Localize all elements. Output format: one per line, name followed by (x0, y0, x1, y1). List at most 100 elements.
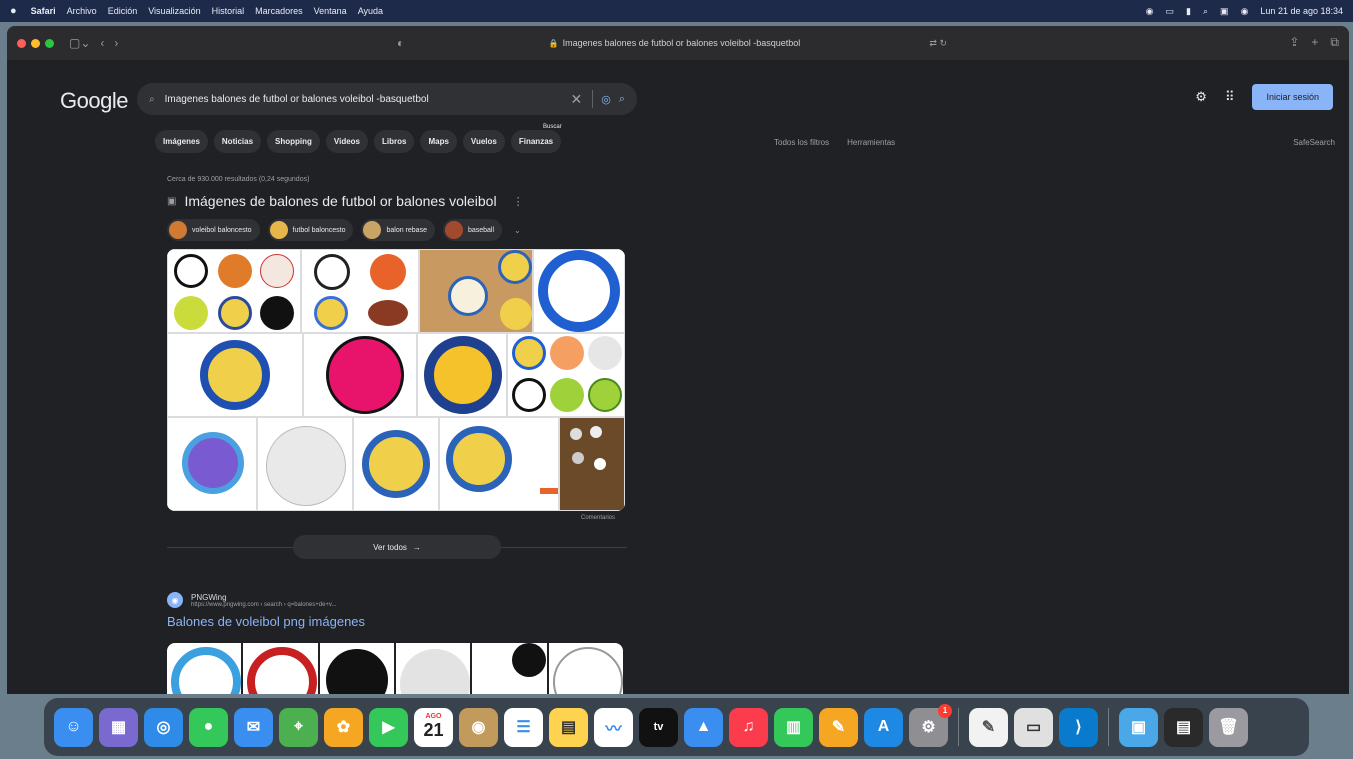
image-result[interactable] (417, 333, 507, 417)
preview-icon[interactable]: ▭ (1014, 707, 1053, 747)
thumbnail[interactable] (395, 643, 471, 694)
image-result[interactable] (303, 333, 417, 417)
image-result[interactable] (533, 249, 625, 333)
thumbnail[interactable] (472, 643, 547, 694)
chip-balon-rebase[interactable]: balon rebase (361, 219, 435, 241)
image-result[interactable] (439, 417, 559, 511)
tab-videos[interactable]: Videos (325, 130, 369, 153)
vscode-icon[interactable]: ⟩ (1059, 707, 1098, 747)
all-filters-button[interactable]: Todos los filtros (774, 138, 829, 147)
tab-vuelos[interactable]: Vuelos (462, 130, 505, 153)
clear-icon[interactable]: ✕ (570, 91, 582, 108)
tab-shopping[interactable]: Shopping (267, 130, 320, 153)
tab-maps[interactable]: Maps (420, 130, 457, 153)
share-icon[interactable]: ⇪ (1289, 35, 1299, 50)
image-result[interactable] (167, 333, 303, 417)
address-bar[interactable]: 🔒 Imagenes balones de futbol or balones … (392, 32, 957, 54)
music-icon[interactable]: ♫ (729, 707, 768, 747)
menu-item-marcadores[interactable]: Marcadores (255, 6, 303, 16)
close-window-button[interactable] (17, 38, 26, 48)
signin-button[interactable]: Iniciar sesión (1252, 84, 1333, 110)
control-center-icon[interactable]: ▣ (1220, 6, 1229, 17)
keynote-icon[interactable]: ▲ (684, 707, 723, 747)
downloads-folder-icon[interactable]: ▣ (1119, 707, 1158, 747)
forward-icon[interactable]: › (114, 36, 118, 50)
image-result[interactable] (353, 417, 439, 511)
tab-libros[interactable]: Libros (374, 130, 415, 153)
menu-item-historial[interactable]: Historial (212, 6, 245, 16)
search-box[interactable]: ⌕ Imagenes balones de futbol or balones … (137, 83, 637, 115)
finder-icon[interactable]: ☺ (54, 707, 93, 747)
battery-icon[interactable]: ▮ (1186, 6, 1191, 17)
maps-icon[interactable]: ⌖ (279, 707, 318, 747)
search-icon[interactable]: ⌕ (1203, 6, 1208, 17)
notes-icon[interactable]: ▤ (549, 707, 588, 747)
numbers-icon[interactable]: ▥ (774, 707, 813, 747)
status-icon[interactable]: ◉ (1146, 6, 1154, 17)
tab-overview-icon[interactable]: ⧉ (1330, 35, 1339, 50)
contacts-icon[interactable]: ◉ (459, 707, 498, 747)
images-title-text[interactable]: Imágenes de balones de futbol or balones… (184, 193, 496, 209)
launchpad-icon[interactable]: ▦ (99, 707, 138, 747)
display-icon[interactable]: ▭ (1166, 6, 1175, 17)
image-result[interactable] (507, 333, 625, 417)
settings-gear-icon[interactable]: ⚙ (1195, 89, 1207, 105)
sidebar-icon[interactable]: ▢⌄ (69, 36, 90, 50)
image-result[interactable] (559, 417, 625, 511)
siri-icon[interactable]: ◉ (1241, 6, 1249, 17)
thumbnail[interactable] (319, 643, 394, 694)
appstore-icon[interactable]: A (864, 707, 903, 747)
image-result[interactable] (167, 249, 301, 333)
recent-items-icon[interactable]: ▤ (1164, 707, 1203, 747)
minimize-window-button[interactable] (31, 38, 40, 48)
tab-noticias[interactable]: Noticias (213, 130, 262, 153)
menu-item-archivo[interactable]: Archivo (67, 6, 97, 16)
menu-item-visualizacion[interactable]: Visualización (148, 6, 200, 16)
image-result[interactable] (257, 417, 353, 511)
result-title-link[interactable]: Balones de voleibol png imágenes (167, 614, 627, 629)
site-url[interactable]: https://www.pngwing.com › search › q=bal… (191, 602, 336, 608)
safesearch-button[interactable]: SafeSearch (1293, 138, 1335, 147)
freeform-icon[interactable]: 〰 (594, 707, 633, 747)
calendar-icon[interactable]: AGO 21 (414, 707, 453, 747)
thumbnail[interactable] (548, 643, 623, 694)
tab-finanzas[interactable]: Finanzas (510, 130, 562, 153)
reminders-icon[interactable]: ☰ (504, 707, 543, 747)
chip-futbol-baloncesto[interactable]: futbol baloncesto (267, 219, 354, 241)
tab-imagenes[interactable]: Imágenes (155, 130, 208, 153)
menu-item-ayuda[interactable]: Ayuda (358, 6, 383, 16)
comments-link[interactable]: Comentarios (167, 515, 615, 521)
menu-item-safari[interactable]: Safari (31, 6, 56, 16)
facetime-icon[interactable]: ▶ (369, 707, 408, 747)
back-icon[interactable]: ‹ (100, 36, 104, 50)
see-all-button[interactable]: Ver todos → (293, 535, 501, 559)
chevron-down-icon[interactable]: ⌄ (514, 226, 521, 235)
image-result[interactable] (167, 417, 257, 511)
image-result[interactable] (301, 249, 419, 333)
google-logo[interactable]: Google (60, 88, 128, 114)
photos-icon[interactable]: ✿ (324, 707, 363, 747)
translate-reload-icon[interactable]: ⇄ ↻ (929, 38, 947, 49)
safari-icon[interactable]: ◎ (144, 707, 183, 747)
site-name[interactable]: PNGWing (191, 593, 336, 602)
system-settings-icon[interactable]: ⚙ 1 (909, 703, 952, 747)
search-submit-icon[interactable]: ⌕ (619, 93, 625, 106)
mail-icon[interactable]: ✉ (234, 707, 273, 747)
textedit-icon[interactable]: ✎ (969, 707, 1008, 747)
tools-button[interactable]: Herramientas (847, 138, 895, 147)
apple-icon[interactable]: ● (10, 5, 17, 17)
trash-icon[interactable]: 🗑 (1209, 707, 1248, 747)
search-input[interactable]: Imagenes balones de futbol or balones vo… (165, 94, 571, 105)
lens-icon[interactable]: ◎ (601, 93, 611, 106)
thumbnail[interactable] (167, 643, 242, 694)
thumbnail[interactable] (243, 643, 318, 694)
image-result[interactable] (419, 249, 533, 333)
zoom-window-button[interactable] (45, 38, 54, 48)
more-options-icon[interactable]: ⋮ (513, 195, 524, 208)
new-tab-icon[interactable]: + (1311, 35, 1318, 50)
pages-icon[interactable]: ✎ (819, 707, 858, 747)
chip-voleibol-baloncesto[interactable]: voleibol baloncesto (167, 219, 260, 241)
menubar-clock[interactable]: Lun 21 de ago 18:34 (1260, 6, 1343, 16)
messages-icon[interactable]: ● (189, 707, 228, 747)
menu-item-ventana[interactable]: Ventana (314, 6, 347, 16)
